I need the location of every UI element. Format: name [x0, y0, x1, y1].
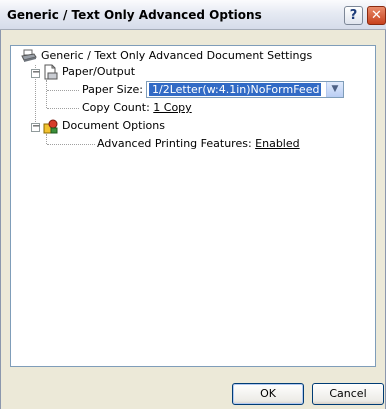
- collapse-icon[interactable]: −: [31, 122, 40, 132]
- close-button[interactable]: ✕: [367, 6, 386, 25]
- cancel-button[interactable]: Cancel: [312, 383, 384, 405]
- tree-item-document-options[interactable]: Document Options: [62, 118, 165, 134]
- chevron-down-icon[interactable]: ▼: [326, 82, 343, 97]
- window-title: Generic / Text Only Advanced Options: [7, 8, 262, 22]
- paper-size-label: Paper Size:: [82, 83, 143, 96]
- advanced-printing-row: Advanced Printing Features: Enabled: [97, 136, 300, 152]
- tree-item-paper-output[interactable]: Paper/Output: [62, 64, 135, 80]
- help-button[interactable]: ?: [344, 6, 363, 25]
- tree-connector: [47, 90, 79, 91]
- advanced-printing-value[interactable]: Enabled: [255, 137, 299, 150]
- copy-count-value[interactable]: 1 Copy: [153, 101, 191, 114]
- tree-connector: [46, 80, 47, 108]
- tree-connector: [47, 144, 95, 145]
- tree-root-label[interactable]: Generic / Text Only Advanced Document Se…: [41, 48, 312, 64]
- collapse-icon[interactable]: −: [31, 68, 40, 78]
- tree-connector: [46, 134, 47, 144]
- copy-count-row: Copy Count: 1 Copy: [82, 100, 192, 116]
- ok-button[interactable]: OK: [232, 383, 304, 405]
- document-options-icon: [43, 119, 58, 134]
- copy-count-label: Copy Count:: [82, 101, 150, 114]
- printer-icon: [21, 49, 37, 62]
- paper-size-select[interactable]: 1/2Letter(w:4.1in)NoFormFeed ▼: [146, 81, 344, 98]
- tree-connector: [47, 108, 79, 109]
- advanced-printing-label: Advanced Printing Features:: [97, 137, 252, 150]
- paper-size-value: 1/2Letter(w:4.1in)NoFormFeed: [148, 82, 322, 97]
- title-bar: Generic / Text Only Advanced Options: [0, 0, 386, 30]
- paper-output-icon: [44, 64, 58, 80]
